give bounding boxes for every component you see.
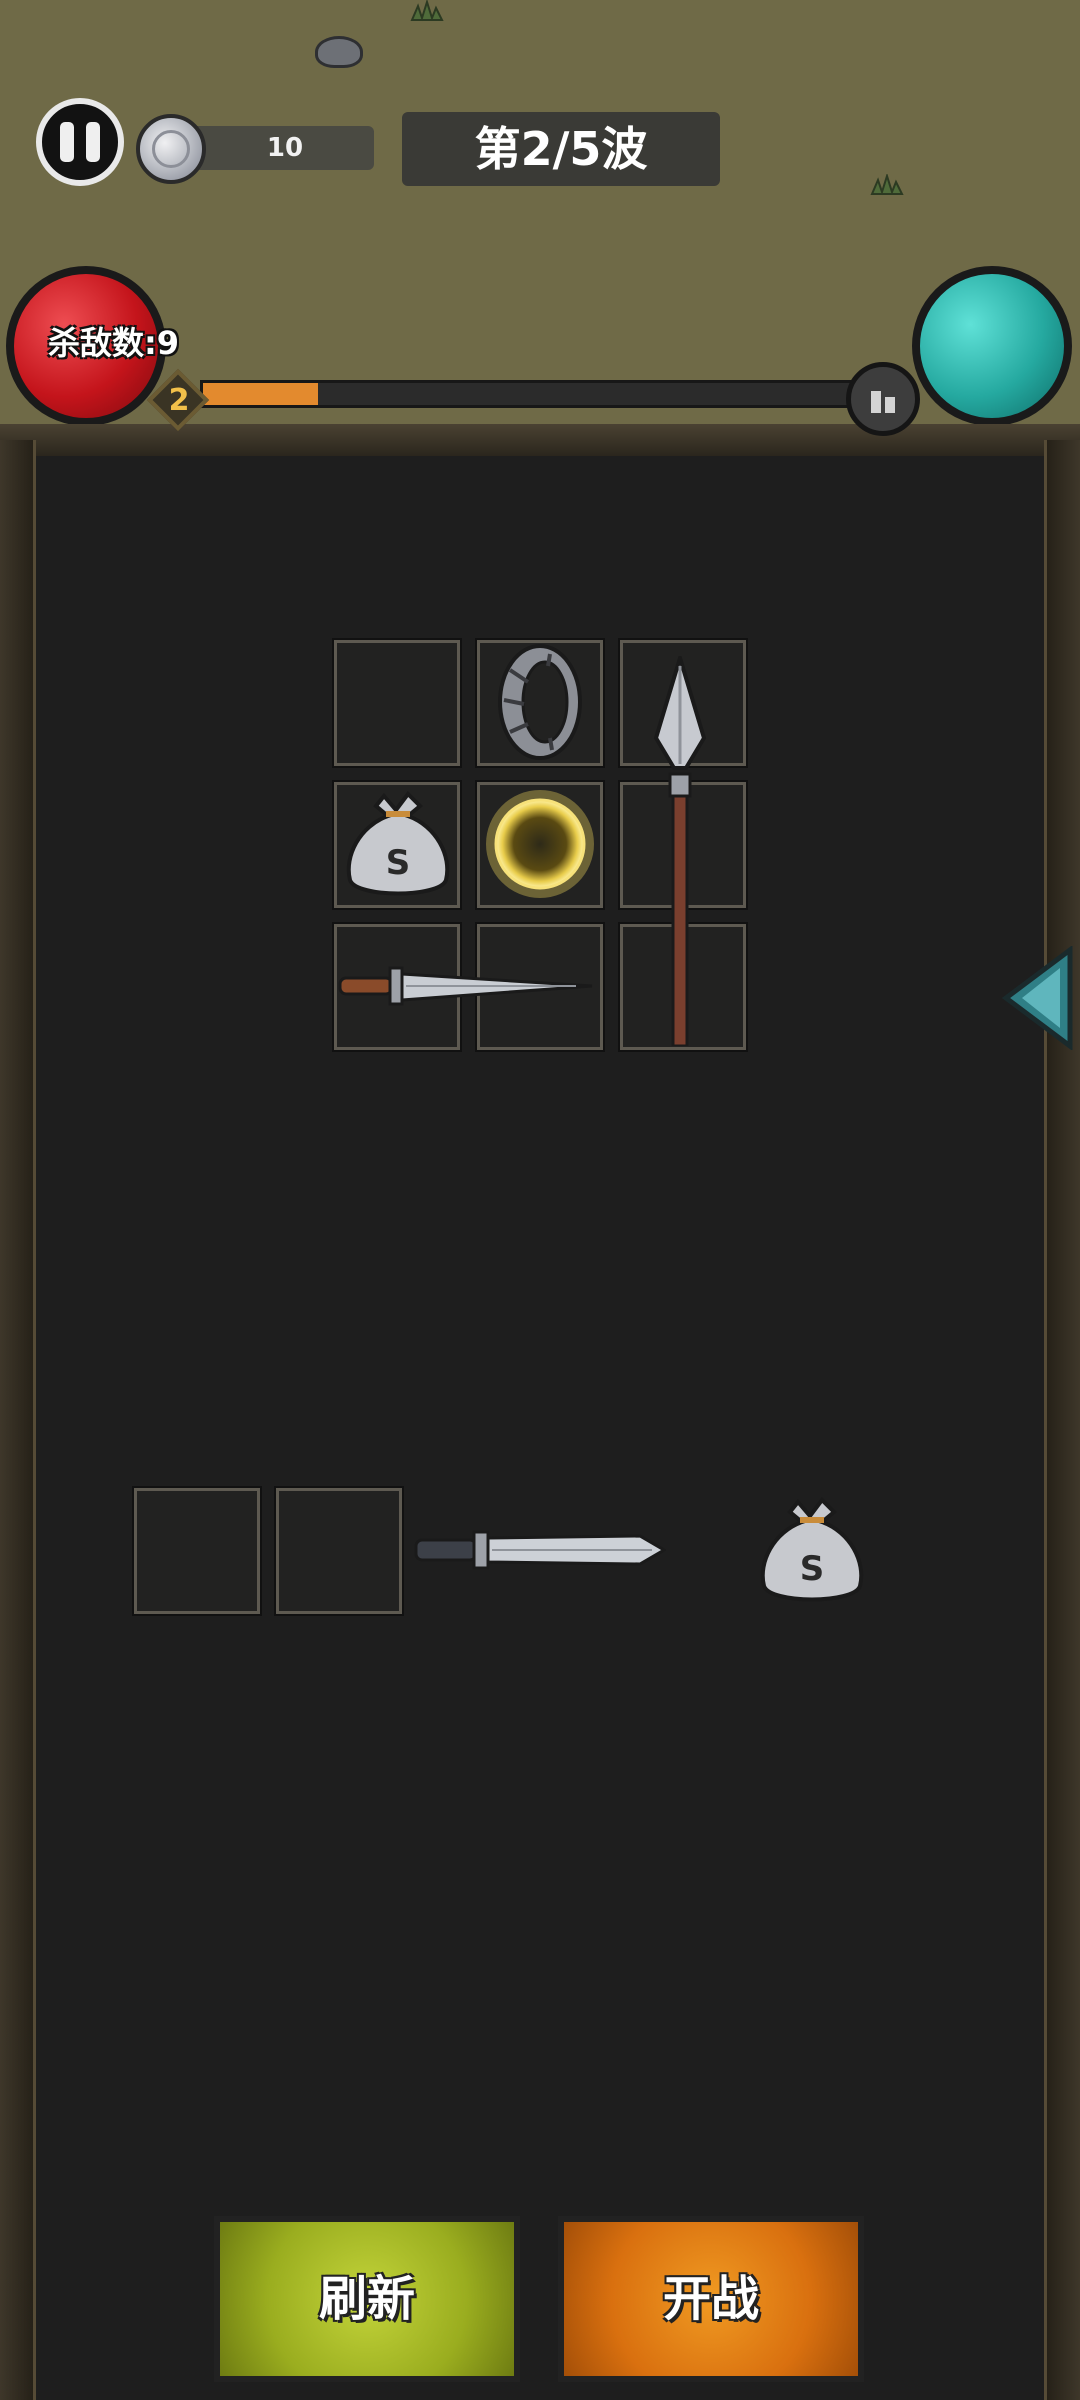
- board-frame-left: [0, 440, 36, 2400]
- shop-slot[interactable]: [274, 1486, 404, 1616]
- coin-icon: [136, 114, 206, 184]
- dagger-icon[interactable]: [336, 960, 596, 1014]
- mana-orb: [912, 266, 1072, 426]
- level-number: 2: [168, 383, 190, 418]
- kill-count: 杀敌数:9: [48, 324, 180, 362]
- svg-text:S: S: [386, 843, 411, 883]
- wave-indicator: 第2/5波: [402, 112, 720, 186]
- shop-slot[interactable]: [132, 1486, 262, 1616]
- spear-icon[interactable]: [650, 651, 710, 1048]
- money-bag-icon[interactable]: S: [750, 1488, 874, 1612]
- expand-arrow-icon[interactable]: [1000, 945, 1074, 1051]
- sword-icon[interactable]: [412, 1524, 667, 1576]
- xp-bar-fill: [203, 383, 318, 405]
- coin-count: 10: [266, 133, 304, 163]
- rock-decoration: [315, 36, 363, 68]
- money-bag-icon[interactable]: S: [336, 782, 460, 906]
- refresh-button[interactable]: 刷新: [214, 2216, 520, 2382]
- ring-icon[interactable]: [490, 640, 590, 764]
- level-badge: 2: [146, 368, 210, 432]
- svg-text:S: S: [800, 1549, 825, 1589]
- grass-decoration: [410, 0, 444, 22]
- pause-icon: [60, 122, 100, 162]
- grass-decoration: [870, 174, 904, 196]
- xp-bar: [200, 380, 880, 408]
- start-battle-button[interactable]: 开战: [558, 2216, 864, 2382]
- golden-orb-icon[interactable]: [482, 786, 598, 902]
- stats-button[interactable]: [846, 362, 920, 436]
- pause-button[interactable]: [36, 98, 124, 186]
- inventory-slot[interactable]: [332, 638, 462, 768]
- board-frame-right: [1044, 440, 1080, 2400]
